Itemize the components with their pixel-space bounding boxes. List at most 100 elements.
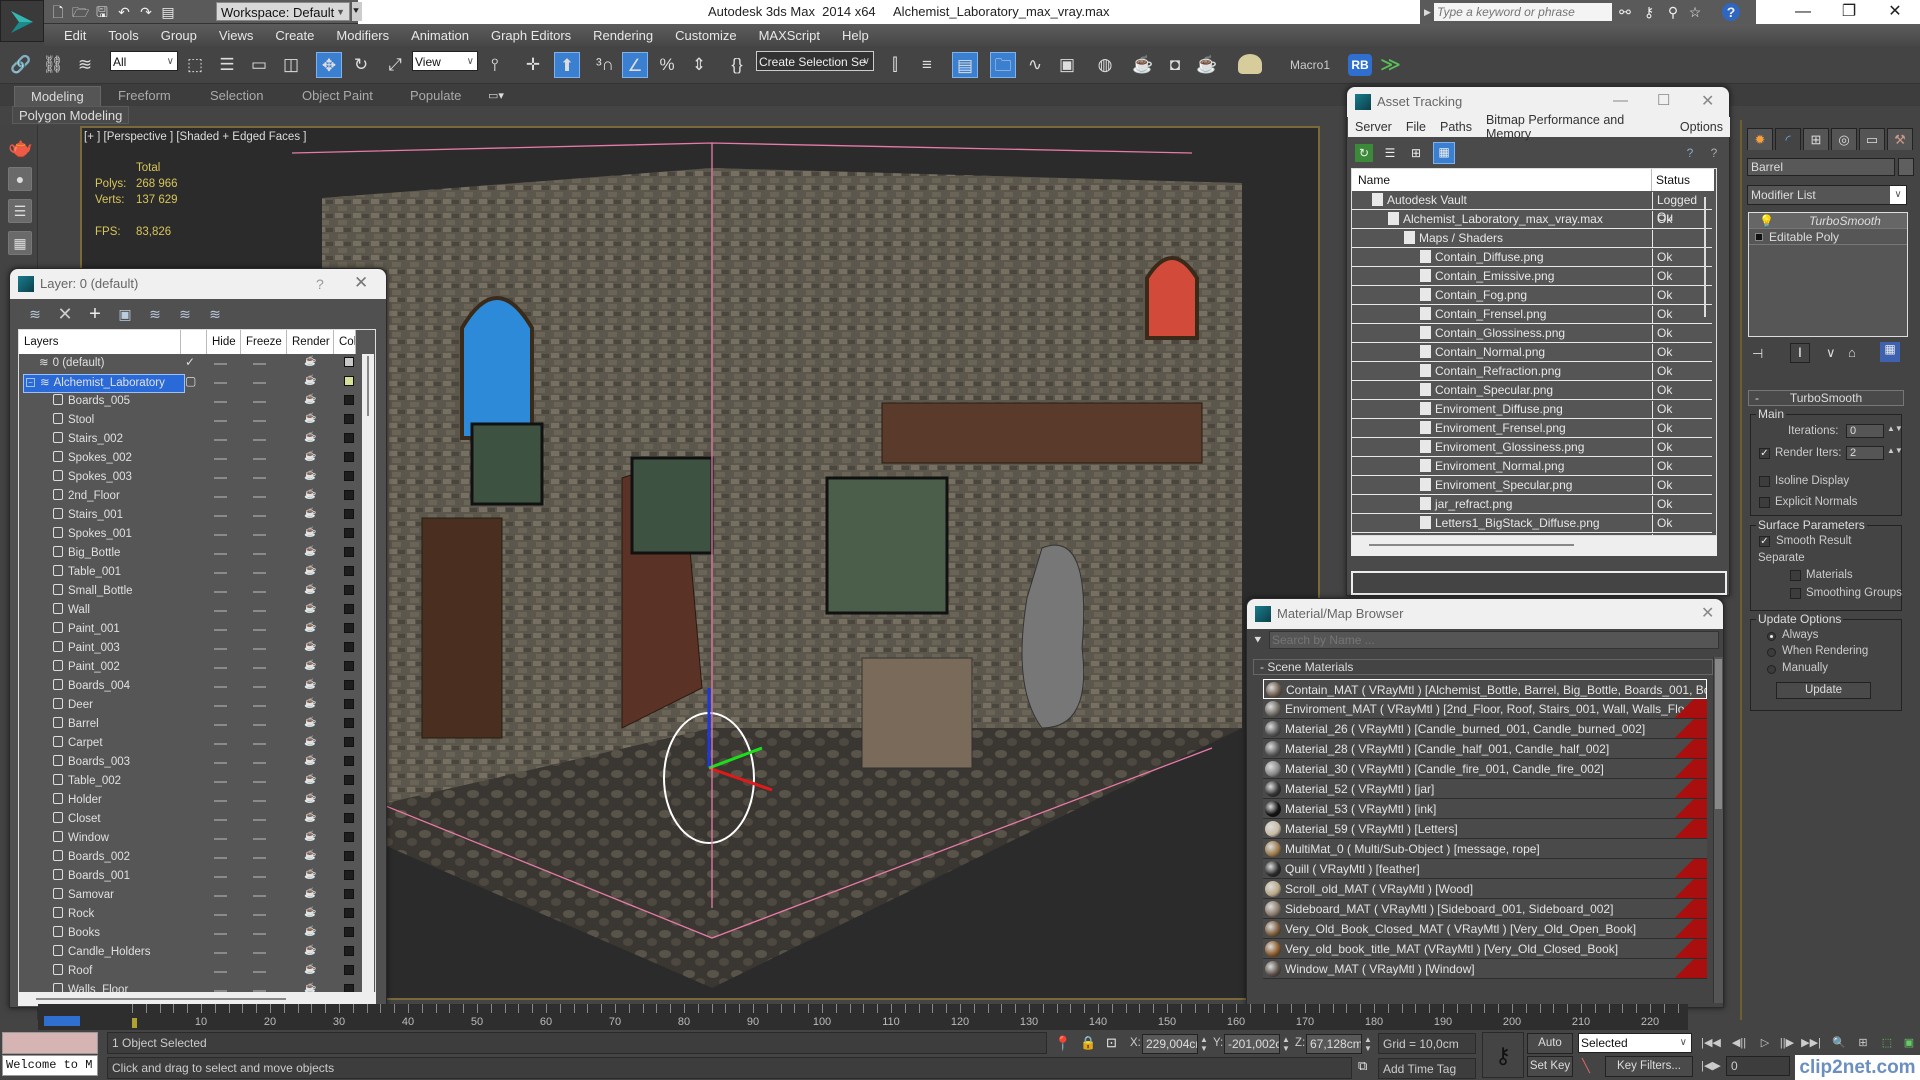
separate-smoothing-groups-checkbox[interactable] xyxy=(1790,588,1801,599)
ribbon-options-icon[interactable]: ▭▾ xyxy=(488,89,504,102)
object-name[interactable]: Wall xyxy=(53,602,90,619)
material-row[interactable]: Enviroment_MAT ( VRayMtl ) [2nd_Floor, R… xyxy=(1263,699,1707,719)
polygon-modeling-panel[interactable]: Polygon Modeling xyxy=(12,106,130,124)
layer-color-swatch[interactable] xyxy=(344,547,354,557)
schematic-view-icon[interactable]: ▣ xyxy=(1054,52,1080,78)
layer-color-swatch[interactable] xyxy=(344,699,354,709)
hide-toggle[interactable] xyxy=(214,971,227,973)
hide-toggle[interactable] xyxy=(214,800,227,802)
render-teapot-icon[interactable]: ☕ xyxy=(304,566,316,576)
asset-row[interactable]: Contain_Refraction.png Ok xyxy=(1352,362,1712,381)
render-teapot-icon[interactable]: ☕ xyxy=(304,718,316,728)
asset-name[interactable]: Enviroment_Frensel.png xyxy=(1420,420,1566,437)
layer-color-swatch[interactable] xyxy=(344,490,354,500)
keyboard-shortcut-override-icon[interactable]: ⬆ xyxy=(554,52,580,78)
display-tab-icon[interactable]: ▭ xyxy=(1859,128,1885,150)
spinner-arrows-icon[interactable]: ▲▼ xyxy=(1887,446,1903,455)
layer-dialog-titlebar[interactable]: Layer: 0 (default) xyxy=(10,269,386,299)
new-file-icon[interactable]: 🗋 xyxy=(50,4,66,20)
list-panel-icon[interactable]: ☰ xyxy=(8,199,32,223)
hide-toggle[interactable] xyxy=(214,686,227,688)
time-tag-icon[interactable]: ⧉ xyxy=(1358,1058,1367,1074)
freeze-toggle[interactable] xyxy=(253,420,266,422)
layer-color-swatch[interactable] xyxy=(344,395,354,405)
material-row[interactable]: Material_59 ( VRayMtl ) [Letters] xyxy=(1263,819,1707,839)
material-search-input[interactable] xyxy=(1269,631,1719,649)
freeze-toggle[interactable] xyxy=(253,610,266,612)
render-teapot-icon[interactable]: ☕ xyxy=(304,813,316,823)
refresh-icon[interactable]: ↻ xyxy=(1355,144,1373,162)
object-name[interactable]: Books xyxy=(53,925,100,942)
hide-toggle[interactable] xyxy=(214,781,227,783)
update-always-radio[interactable] xyxy=(1767,632,1776,641)
lightbulb-icon[interactable]: 💡 xyxy=(1759,213,1774,229)
layer-color-swatch[interactable] xyxy=(344,357,354,367)
minimize-button[interactable]: — xyxy=(1780,0,1826,24)
tree-view-icon[interactable]: ⊞ xyxy=(1407,144,1425,162)
material-browser-titlebar[interactable]: Material/Map Browser xyxy=(1247,599,1723,629)
asset-row[interactable]: jar_refract.png Ok xyxy=(1352,495,1712,514)
iterations-spinner[interactable]: 0 xyxy=(1846,424,1884,438)
hide-toggle[interactable] xyxy=(214,629,227,631)
render-iters-spinner[interactable]: 2 xyxy=(1846,446,1884,460)
render-teapot-icon[interactable]: ☕ xyxy=(304,661,316,671)
asset-row[interactable]: Contain_Fog.png Ok xyxy=(1352,286,1712,305)
select-object-icon[interactable]: ⬚ xyxy=(182,52,208,78)
layer-color-swatch[interactable] xyxy=(344,604,354,614)
select-and-rotate-icon[interactable]: ↻ xyxy=(348,52,374,78)
freeze-toggle[interactable] xyxy=(253,838,266,840)
render-teapot-icon[interactable]: ☕ xyxy=(304,927,316,937)
turbosmooth-rollout-header[interactable]: - TurboSmooth xyxy=(1748,390,1904,406)
hide-toggle[interactable] xyxy=(214,382,227,384)
stack-item-turbosmooth[interactable]: 💡 TurboSmooth xyxy=(1749,213,1907,229)
spinner-arrows-icon[interactable]: ▲▼ xyxy=(1887,424,1903,433)
asset-name[interactable]: Contain_Specular.png xyxy=(1420,382,1553,399)
layer-row[interactable]: ≋ 0 (default) ✓ ☕ xyxy=(19,354,355,373)
object-name[interactable]: Paint_002 xyxy=(53,659,120,676)
freeze-toggle[interactable] xyxy=(253,382,266,384)
column-render[interactable]: Render xyxy=(287,330,334,354)
render-teapot-icon[interactable]: ☕ xyxy=(304,528,316,538)
object-row[interactable]: Spokes_001 ☕ xyxy=(19,525,355,544)
scroll-thumb[interactable] xyxy=(367,356,369,416)
object-name[interactable]: Rock xyxy=(53,906,94,923)
make-unique-icon[interactable]: ∨ xyxy=(1826,345,1836,361)
hide-toggle[interactable] xyxy=(214,439,227,441)
key-filters-button[interactable]: Key Filters... xyxy=(1605,1056,1693,1077)
configure-modifier-sets-icon[interactable]: ▦ xyxy=(1880,342,1900,362)
menu-animation[interactable]: Animation xyxy=(401,28,481,43)
hide-toggle[interactable] xyxy=(214,496,227,498)
object-row[interactable]: Paint_002 ☕ xyxy=(19,658,355,677)
object-row[interactable]: Candle_Holders ☕ xyxy=(19,943,355,962)
object-name[interactable]: Window xyxy=(53,830,109,847)
asset-menu-paths[interactable]: Paths xyxy=(1433,120,1479,134)
scroll-thumb[interactable] xyxy=(1715,659,1722,809)
qat-customize-icon[interactable]: ⯆ xyxy=(352,2,362,21)
save-file-icon[interactable]: 🖫 xyxy=(94,4,110,20)
freeze-toggle[interactable] xyxy=(253,439,266,441)
asset-name[interactable]: Letters1_BigStack_Diffuse.png xyxy=(1420,515,1600,532)
freeze-toggle[interactable] xyxy=(253,667,266,669)
render-teapot-icon[interactable]: ☕ xyxy=(304,908,316,918)
menu-views[interactable]: Views xyxy=(209,28,265,43)
asset-row[interactable]: Contain_Specular.png Ok xyxy=(1352,381,1712,400)
layer-color-swatch[interactable] xyxy=(344,642,354,652)
asset-name[interactable]: Enviroment_Normal.png xyxy=(1420,458,1564,475)
menu-create[interactable]: Create xyxy=(265,28,326,43)
viewport-layout-icon[interactable]: ● xyxy=(8,167,32,191)
hide-toggle[interactable] xyxy=(214,952,227,954)
help-icon[interactable]: ? xyxy=(1722,3,1740,21)
window-crossing-icon[interactable]: ◫ xyxy=(278,52,304,78)
hide-toggle[interactable] xyxy=(214,819,227,821)
unlink-icon[interactable]: ⛓ xyxy=(40,52,66,78)
hide-toggle[interactable] xyxy=(214,667,227,669)
object-row[interactable]: Spokes_002 ☕ xyxy=(19,449,355,468)
hide-unhide-all-icon[interactable]: ≋ xyxy=(176,305,194,323)
object-name[interactable]: Deer xyxy=(53,697,93,714)
object-row[interactable]: Stool ☕ xyxy=(19,411,355,430)
object-name[interactable]: Boards_003 xyxy=(53,754,130,771)
object-row[interactable]: Wall ☕ xyxy=(19,601,355,620)
freeze-toggle[interactable] xyxy=(253,762,266,764)
asset-row[interactable]: Contain_Emissive.png Ok xyxy=(1352,267,1712,286)
asset-menu-options[interactable]: Options xyxy=(1673,120,1730,134)
